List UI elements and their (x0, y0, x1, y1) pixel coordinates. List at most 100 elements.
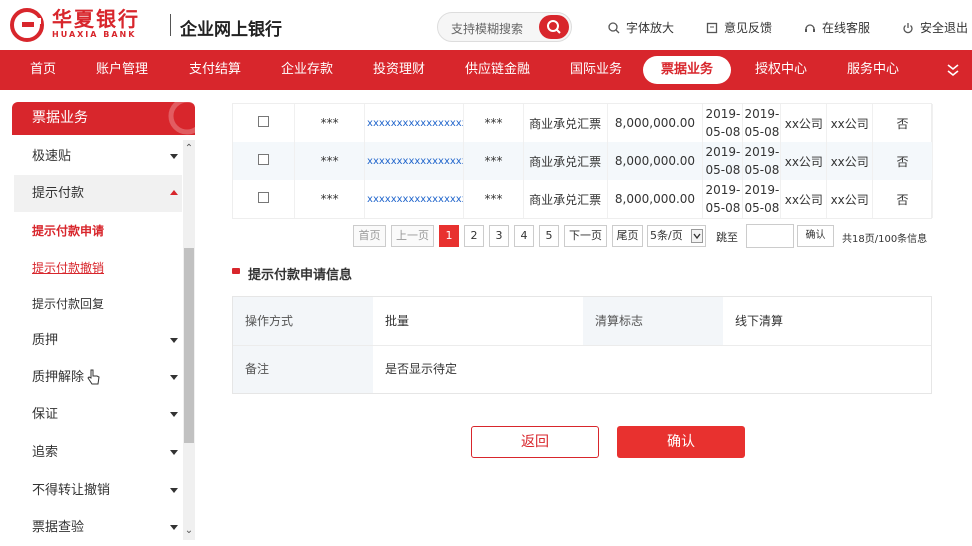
portal-title: 企业网上银行 (180, 20, 282, 40)
amount-cell: 8,000,000.00 (607, 180, 704, 218)
sidebar-scrollbar[interactable]: ⌃ ⌄ (183, 140, 195, 540)
prev-page-button[interactable]: 上一页 (391, 225, 434, 247)
nav-investment[interactable]: 投资理财 (373, 50, 425, 90)
online-service-label: 在线客服 (822, 21, 871, 35)
scroll-down-icon[interactable]: ⌄ (184, 526, 194, 536)
chevron-down-icon (170, 375, 178, 380)
chevron-down-icon (170, 488, 178, 493)
table-row[interactable]: *** xxxxxxxxxxxxxxxxxxxx *** 商业承兑汇票 8,00… (233, 104, 933, 142)
nav-account[interactable]: 账户管理 (96, 50, 148, 90)
scroll-up-icon[interactable]: ⌃ (184, 144, 194, 154)
apply-info-panel: 操作方式 批量 清算标志 线下清算 备注 是否显示待定 (232, 296, 932, 394)
scrollbar-thumb[interactable] (184, 248, 194, 443)
back-button[interactable]: 返回 (471, 426, 599, 458)
nav-service[interactable]: 服务中心 (847, 50, 899, 90)
page-size-select[interactable]: 5条/页 (647, 225, 706, 247)
sidebar-item-label: 提示付款 (32, 186, 85, 201)
goto-confirm-button[interactable]: 确认 (797, 225, 834, 247)
chevron-down-icon (170, 338, 178, 343)
bills-table: *** xxxxxxxxxxxxxxxxxxxx *** 商业承兑汇票 8,00… (232, 103, 933, 219)
row-checkbox[interactable] (258, 192, 270, 203)
amount-cell: 8,000,000.00 (607, 104, 704, 142)
sidebar-item-non-transferable-revoke[interactable]: 不得转让撤销 (14, 472, 182, 509)
nav-supply-chain[interactable]: 供应链金融 (465, 50, 530, 90)
payee-cell: xx公司 (826, 104, 874, 142)
table-cell: *** (463, 142, 524, 180)
font-zoom-button[interactable]: 字体放大 (608, 19, 674, 36)
sidebar-subitem-revoke[interactable]: 提示付款撤销 (32, 259, 104, 276)
last-page-button[interactable]: 尾页 (612, 225, 643, 247)
bill-type-cell: 商业承兑汇票 (523, 104, 608, 142)
date-line: 05-08 (705, 125, 741, 139)
date-line: 2019- (705, 145, 741, 159)
search-input[interactable]: 支持模糊搜索 (451, 20, 523, 37)
remark-label: 备注 (233, 346, 373, 393)
flag-cell: 否 (872, 180, 933, 218)
page-button-1[interactable]: 1 (439, 225, 459, 247)
goto-label: 跳至 (716, 231, 738, 244)
confirm-button[interactable]: 确认 (617, 426, 745, 458)
sidebar-item-payment-prompt[interactable]: 提示付款 (14, 175, 182, 212)
account-link[interactable]: xxxxxxxxxxxxxxxxxxxx (367, 156, 463, 167)
header: 华夏银行 HUAXIA BANK 企业网上银行 支持模糊搜索 字体放大 意见反馈… (0, 0, 972, 50)
search-button[interactable] (539, 15, 569, 39)
nav-international[interactable]: 国际业务 (570, 50, 622, 90)
drawer-cell: xx公司 (780, 180, 828, 218)
nav-bills[interactable]: 票据业务 (643, 56, 732, 84)
date-line: 05-08 (705, 201, 741, 215)
date-line: 2019- (705, 107, 741, 121)
table-row[interactable]: *** xxxxxxxxxxxxxxxxxxxx *** 商业承兑汇票 8,00… (233, 142, 933, 180)
sidebar-item-express-discount[interactable]: 极速贴 (14, 138, 182, 175)
logo-watermark-icon (168, 102, 195, 135)
pagination: 首页 上一页 1 2 3 4 5 下一页 尾页 5条/页 跳至 确认 共18页/… (0, 224, 972, 248)
table-cell: *** (294, 104, 366, 142)
font-zoom-label: 字体放大 (626, 21, 675, 35)
sidebar-item-pledge[interactable]: 质押 (14, 322, 182, 359)
drawer-cell: xx公司 (780, 104, 828, 142)
brand: 华夏银行 HUAXIA BANK (52, 8, 140, 40)
page-button-4[interactable]: 4 (514, 225, 534, 247)
account-link[interactable]: xxxxxxxxxxxxxxxxxxxx (367, 118, 463, 129)
online-service-button[interactable]: 在线客服 (804, 19, 870, 36)
date-line: 2019- (744, 107, 780, 121)
date-line: 2019- (744, 145, 780, 159)
page-size-value: 5条/页 (650, 229, 683, 242)
nav-home[interactable]: 首页 (30, 50, 56, 90)
chevron-down-icon (691, 229, 703, 243)
next-page-button[interactable]: 下一页 (564, 225, 607, 247)
sidebar-subitem-reply[interactable]: 提示付款回复 (32, 295, 104, 312)
sidebar-item-bill-inspection[interactable]: 票据查验 (14, 509, 182, 546)
amount-cell: 8,000,000.00 (607, 142, 704, 180)
page-button-2[interactable]: 2 (464, 225, 484, 247)
table-cell: *** (294, 180, 366, 218)
chevron-double-down-icon[interactable] (946, 62, 960, 78)
bill-type-cell: 商业承兑汇票 (523, 142, 608, 180)
feedback-button[interactable]: 意见反馈 (706, 19, 772, 36)
table-row[interactable]: *** xxxxxxxxxxxxxxxxxxxx *** 商业承兑汇票 8,00… (233, 180, 933, 218)
row-checkbox[interactable] (258, 116, 270, 127)
page-button-5[interactable]: 5 (539, 225, 559, 247)
flag-cell: 否 (872, 142, 933, 180)
hand-cursor-icon (87, 369, 100, 385)
op-mode-label: 操作方式 (233, 297, 373, 345)
chevron-down-icon (170, 412, 178, 417)
search-box[interactable]: 支持模糊搜索 (437, 12, 572, 42)
table-cell: *** (463, 180, 524, 218)
payee-cell: xx公司 (826, 142, 874, 180)
page-button-3[interactable]: 3 (489, 225, 509, 247)
first-page-button[interactable]: 首页 (353, 225, 386, 247)
sidebar-item-label: 保证 (32, 407, 59, 422)
logout-button[interactable]: 安全退出 (902, 19, 968, 36)
sidebar-item-guarantee[interactable]: 保证 (14, 396, 182, 433)
nav-authorization[interactable]: 授权中心 (755, 50, 807, 90)
account-link[interactable]: xxxxxxxxxxxxxxxxxxxx (367, 194, 463, 205)
chevron-down-icon (170, 154, 178, 159)
nav-deposit[interactable]: 企业存款 (281, 50, 333, 90)
goto-page-input[interactable] (746, 224, 794, 248)
nav-payment[interactable]: 支付结算 (189, 50, 241, 90)
payee-cell: xx公司 (826, 180, 874, 218)
row-checkbox[interactable] (258, 154, 270, 165)
date-line: 05-08 (744, 125, 780, 139)
sidebar-item-recourse[interactable]: 追索 (14, 434, 182, 471)
main-nav: 首页 账户管理 支付结算 企业存款 投资理财 供应链金融 国际业务 票据业务 授… (0, 50, 972, 90)
